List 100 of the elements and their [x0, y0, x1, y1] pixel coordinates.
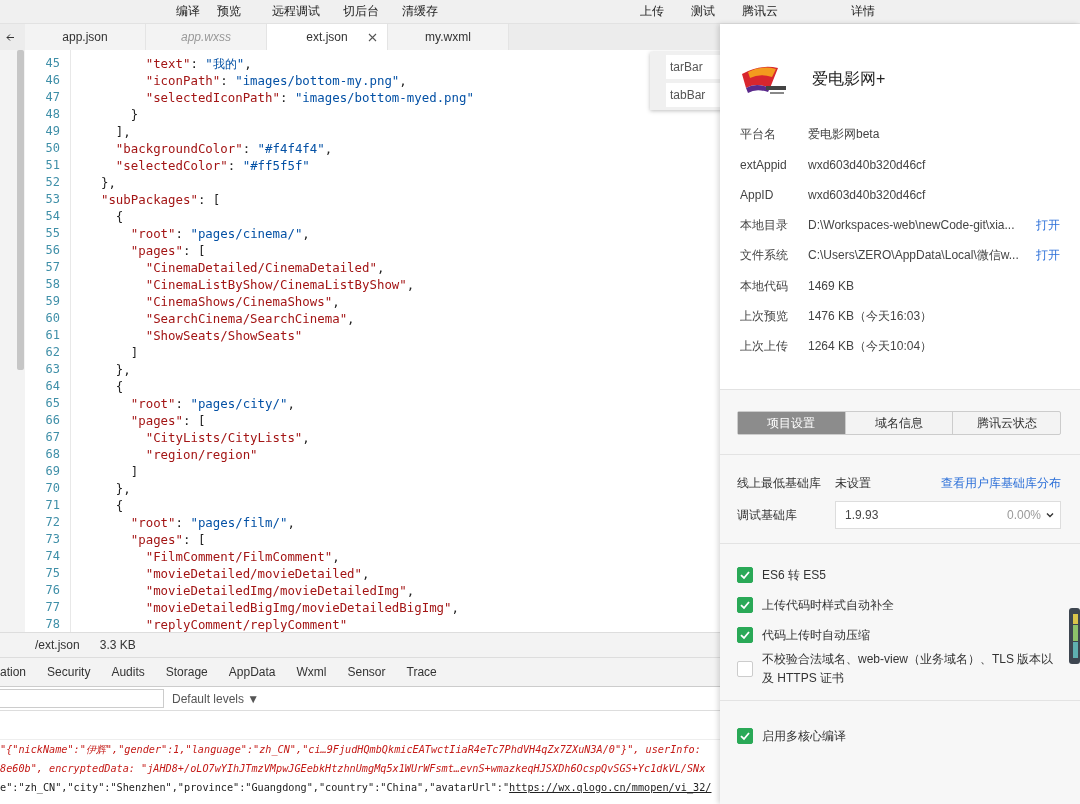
app-name: 爱电影网+	[812, 68, 886, 89]
code-line: "root": "pages/city/",	[129, 395, 296, 412]
version-select[interactable]: 1.9.93 0.00%	[835, 501, 1061, 529]
toolbar-button[interactable]: 上传	[638, 1, 666, 22]
info-label: AppID	[740, 187, 775, 202]
devtools-tab[interactable]: Sensor	[347, 665, 386, 679]
devtools-tab[interactable]: Wxml	[296, 665, 327, 679]
line-number: 64	[44, 378, 61, 395]
chevron-down-icon[interactable]	[1046, 512, 1054, 518]
arrow-left-icon[interactable]	[6, 33, 15, 42]
close-icon[interactable]	[368, 33, 377, 42]
devtools-tab[interactable]: Storage	[165, 665, 208, 679]
devtools-tab[interactable]: AppData	[228, 665, 276, 679]
devtools-tab[interactable]: Audits	[111, 665, 145, 679]
code-line: {	[114, 378, 125, 395]
open-link[interactable]: 打开	[1036, 247, 1060, 265]
info-value: 1264 KB（今天10:04）	[808, 338, 934, 356]
code-line: "iconPath": "images/bottom-my.png",	[144, 72, 408, 89]
line-number: 51	[44, 157, 61, 174]
code-line: "movieDetailedImg/movieDetailedImg",	[144, 582, 416, 599]
line-number: 66	[44, 412, 61, 429]
info-value: 1469 KB	[808, 279, 856, 294]
line-number: 69	[44, 463, 61, 480]
code-line: "backgroundColor": "#f4f4f4",	[114, 140, 334, 157]
code-line: "CityLists/CityLists",	[144, 429, 311, 446]
toolbar-button[interactable]: 编译	[174, 1, 202, 22]
line-number: 59	[44, 293, 61, 310]
code-line: "SearchCinema/SearchCinema",	[144, 310, 356, 327]
file-path: /ext.json	[35, 638, 80, 652]
info-label: 上次预览	[740, 308, 789, 326]
line-number: 50	[44, 140, 61, 157]
info-value: wxd603d40b320d46cf	[808, 187, 927, 202]
code-line: "pages": [	[129, 531, 207, 548]
code-line: ]	[129, 463, 140, 480]
devtools-tab[interactable]: Trace	[406, 665, 437, 679]
line-number: 74	[44, 548, 61, 565]
info-value: 爱电影网beta	[808, 125, 881, 143]
code-line: "pages": [	[129, 412, 207, 429]
filter-field[interactable]	[0, 689, 164, 708]
toolbar-button[interactable]: 腾讯云	[740, 1, 780, 22]
toolbar-button[interactable]: 切后台	[341, 1, 381, 22]
toolbar-button[interactable]: 远程调试	[270, 1, 322, 22]
code-line: {	[114, 208, 125, 225]
code-line: "root": "pages/cinema/",	[129, 225, 311, 242]
file-tab[interactable]: my.wxml	[388, 24, 509, 50]
info-value: 1476 KB（今天16:03）	[808, 308, 934, 326]
code-line: "CinemaShows/CinemaShows",	[144, 293, 341, 310]
line-number: 53	[44, 191, 61, 208]
code-line: }	[129, 106, 140, 123]
code-line: },	[114, 361, 132, 378]
code-line: "FilmComment/FilmComment",	[144, 548, 341, 565]
scrollbar-thumb[interactable]	[17, 50, 24, 370]
devtools-tab[interactable]: ation	[0, 665, 27, 679]
code-line: "replyComment/replyComment"	[144, 616, 349, 632]
line-number: 49	[44, 123, 61, 140]
open-link[interactable]: 打开	[1036, 216, 1060, 234]
file-size: 3.3 KB	[99, 638, 136, 652]
line-number: 45	[44, 55, 61, 72]
file-tab[interactable]: ext.json	[267, 24, 388, 50]
code-line: ],	[114, 123, 132, 140]
checkbox[interactable]	[737, 627, 753, 643]
levels-dropdown[interactable]: Default levels ▼	[172, 691, 260, 706]
setting-value: 未设置	[835, 474, 872, 492]
line-number: 68	[44, 446, 61, 463]
line-number: 52	[44, 174, 61, 191]
console-link[interactable]: https://wx.qlogo.cn/mmopen/vi_32/	[509, 782, 712, 793]
suggestion-item[interactable]: tarBar	[666, 55, 720, 79]
checkbox[interactable]	[737, 597, 753, 613]
line-number: 67	[44, 429, 61, 446]
toolbar-button[interactable]: 清缓存	[400, 1, 440, 22]
setting-label: 线上最低基础库	[737, 474, 822, 492]
line-number: 63	[44, 361, 61, 378]
line-number: 56	[44, 242, 61, 259]
toolbar-button[interactable]: 测试	[689, 1, 717, 22]
line-number: 77	[44, 599, 61, 616]
code-line: "ShowSeats/ShowSeats"	[144, 327, 304, 344]
toolbar-button[interactable]: 详情	[849, 1, 877, 22]
option-label: 上传代码时样式自动补全	[762, 596, 895, 614]
line-number: 46	[44, 72, 61, 89]
checkbox[interactable]	[737, 661, 753, 677]
line-number: 78	[44, 616, 61, 632]
devtools-tab[interactable]: Security	[47, 665, 91, 679]
segment-tab[interactable]: 域名信息	[845, 412, 954, 434]
info-label: 本地代码	[740, 277, 789, 295]
level-meter-icon	[1069, 608, 1080, 664]
code-line: {	[114, 497, 125, 514]
line-number: 76	[44, 582, 61, 599]
code-line: ]	[129, 344, 140, 361]
checkbox[interactable]	[737, 567, 753, 583]
suggestion-item[interactable]: tabBar	[666, 83, 720, 107]
code-line: "selectedColor": "#ff5f5f"	[114, 157, 311, 174]
distribution-link[interactable]: 查看用户库基础库分布	[941, 474, 1061, 492]
toolbar-button[interactable]: 预览	[215, 1, 243, 22]
line-number: 47	[44, 89, 61, 106]
checkbox[interactable]	[737, 728, 753, 744]
file-tab[interactable]: app.json	[25, 24, 146, 50]
line-number: 72	[44, 514, 61, 531]
line-number: 55	[44, 225, 61, 242]
segment-tab[interactable]: 腾讯云状态	[953, 412, 1060, 434]
info-label: 本地目录	[740, 216, 789, 234]
